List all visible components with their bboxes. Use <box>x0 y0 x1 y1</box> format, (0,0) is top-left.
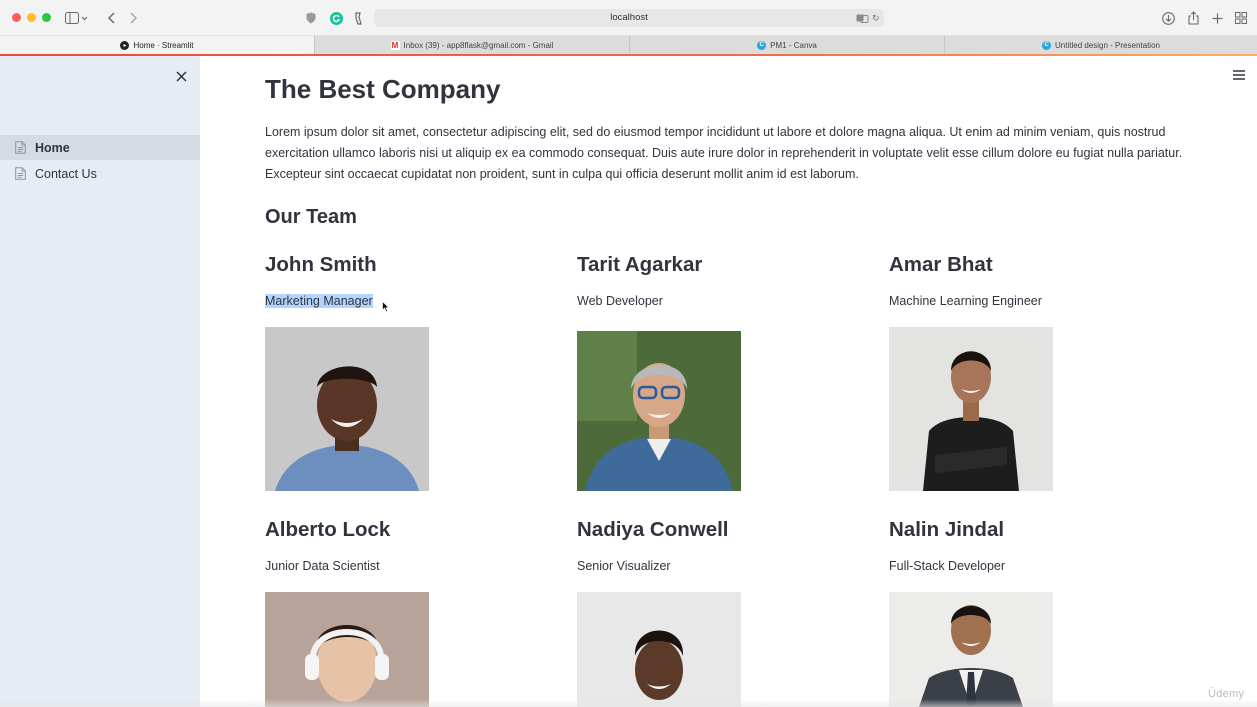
tab-overview-icon[interactable] <box>1233 9 1249 27</box>
page-title: The Best Company <box>265 74 501 104</box>
member-photo <box>577 592 741 707</box>
selected-text: Marketing Manager <box>265 294 373 308</box>
sidebar: Home Contact Us <box>0 56 200 707</box>
document-icon <box>15 141 26 154</box>
intro-paragraph: Lorem ipsum dolor sit amet, consectetur … <box>265 125 1183 181</box>
sidebar-item-contact-us[interactable]: Contact Us <box>0 161 200 186</box>
main-content: The Best Company Lorem ipsum dolor sit a… <box>200 56 1257 707</box>
sidebar-close-button[interactable] <box>172 67 190 85</box>
member-role: Senior Visualizer <box>577 559 671 573</box>
team-member-card: Amar Bhat Machine Learning Engineer <box>889 250 1189 491</box>
team-member-card: Alberto Lock Junior Data Scientist <box>265 515 565 707</box>
team-member-card: Nadiya Conwell Senior Visualizer <box>577 515 877 707</box>
window-zoom-button[interactable] <box>42 13 51 22</box>
member-role: Junior Data Scientist <box>265 559 380 573</box>
streamlit-icon: ▸ <box>120 40 130 50</box>
tab-streamlit-home[interactable]: ▸ Home · Streamlit <box>0 36 314 54</box>
member-photo <box>265 327 429 491</box>
member-name: Tarit Agarkar <box>577 253 703 276</box>
member-role: Marketing Manager <box>265 293 565 309</box>
tab-title: Inbox (39) - app8flask@gmail.com - Gmail <box>403 40 554 50</box>
share-icon[interactable] <box>1185 9 1201 27</box>
member-name: Nalin Jindal <box>889 518 1005 541</box>
sidebar-item-home[interactable]: Home <box>0 135 200 160</box>
team-heading: Our Team <box>265 206 357 228</box>
window-close-button[interactable] <box>12 13 21 22</box>
extension-icon[interactable] <box>352 9 364 27</box>
member-name: Alberto Lock <box>265 518 391 541</box>
back-icon[interactable] <box>104 9 118 27</box>
tab-canva-presentation[interactable]: C Untitled design - Presentation <box>944 36 1257 54</box>
grammarly-extension-icon[interactable] <box>328 9 344 27</box>
menu-hamburger-icon[interactable] <box>1232 68 1246 80</box>
member-role: Web Developer <box>577 294 663 308</box>
team-member-card: Nalin Jindal Full-Stack Developer <box>889 515 1189 707</box>
mouse-cursor-icon <box>382 300 390 318</box>
tab-bar: ▸ Home · Streamlit M Inbox (39) - app8fl… <box>0 36 1257 54</box>
member-role: Machine Learning Engineer <box>889 294 1042 308</box>
window-minimize-button[interactable] <box>27 13 36 22</box>
member-photo <box>889 592 1053 707</box>
member-photo <box>265 592 429 707</box>
member-role: Full-Stack Developer <box>889 559 1006 573</box>
privacy-shield-icon[interactable] <box>304 9 318 27</box>
member-name: Amar Bhat <box>889 253 993 276</box>
team-member-card: John Smith Marketing Manager <box>265 250 565 491</box>
gmail-icon: M <box>390 40 400 50</box>
tab-gmail[interactable]: M Inbox (39) - app8flask@gmail.com - Gma… <box>314 36 629 54</box>
sidebar-toggle-icon[interactable] <box>63 9 89 27</box>
reload-icon[interactable]: ↻ <box>872 9 880 27</box>
tab-canva-pm1[interactable]: C PM1 - Canva <box>629 36 944 54</box>
tab-title: PM1 - Canva <box>770 40 817 50</box>
tab-title: Untitled design - Presentation <box>1055 40 1160 50</box>
url-text: localhost <box>610 12 648 23</box>
sidebar-item-label: Contact Us <box>35 166 97 181</box>
canva-icon: C <box>1042 40 1052 50</box>
browser-toolbar: localhost ↻ <box>0 0 1257 36</box>
bottom-shadow <box>0 699 1257 707</box>
tab-title: Home · Streamlit <box>133 40 194 50</box>
member-name: John Smith <box>265 253 377 276</box>
member-photo <box>577 331 741 495</box>
close-icon <box>175 70 187 82</box>
new-tab-icon[interactable] <box>1209 9 1225 27</box>
member-name: Nadiya Conwell <box>577 518 729 541</box>
document-icon <box>15 167 26 180</box>
member-photo <box>889 327 1053 491</box>
address-bar[interactable]: localhost ↻ <box>374 9 884 27</box>
forward-icon[interactable] <box>127 9 141 27</box>
translate-icon[interactable] <box>856 9 869 29</box>
downloads-icon[interactable] <box>1160 9 1176 27</box>
sidebar-item-label: Home <box>35 140 70 155</box>
team-member-card: Tarit Agarkar Web Developer <box>577 250 877 491</box>
canva-icon: C <box>757 40 767 50</box>
